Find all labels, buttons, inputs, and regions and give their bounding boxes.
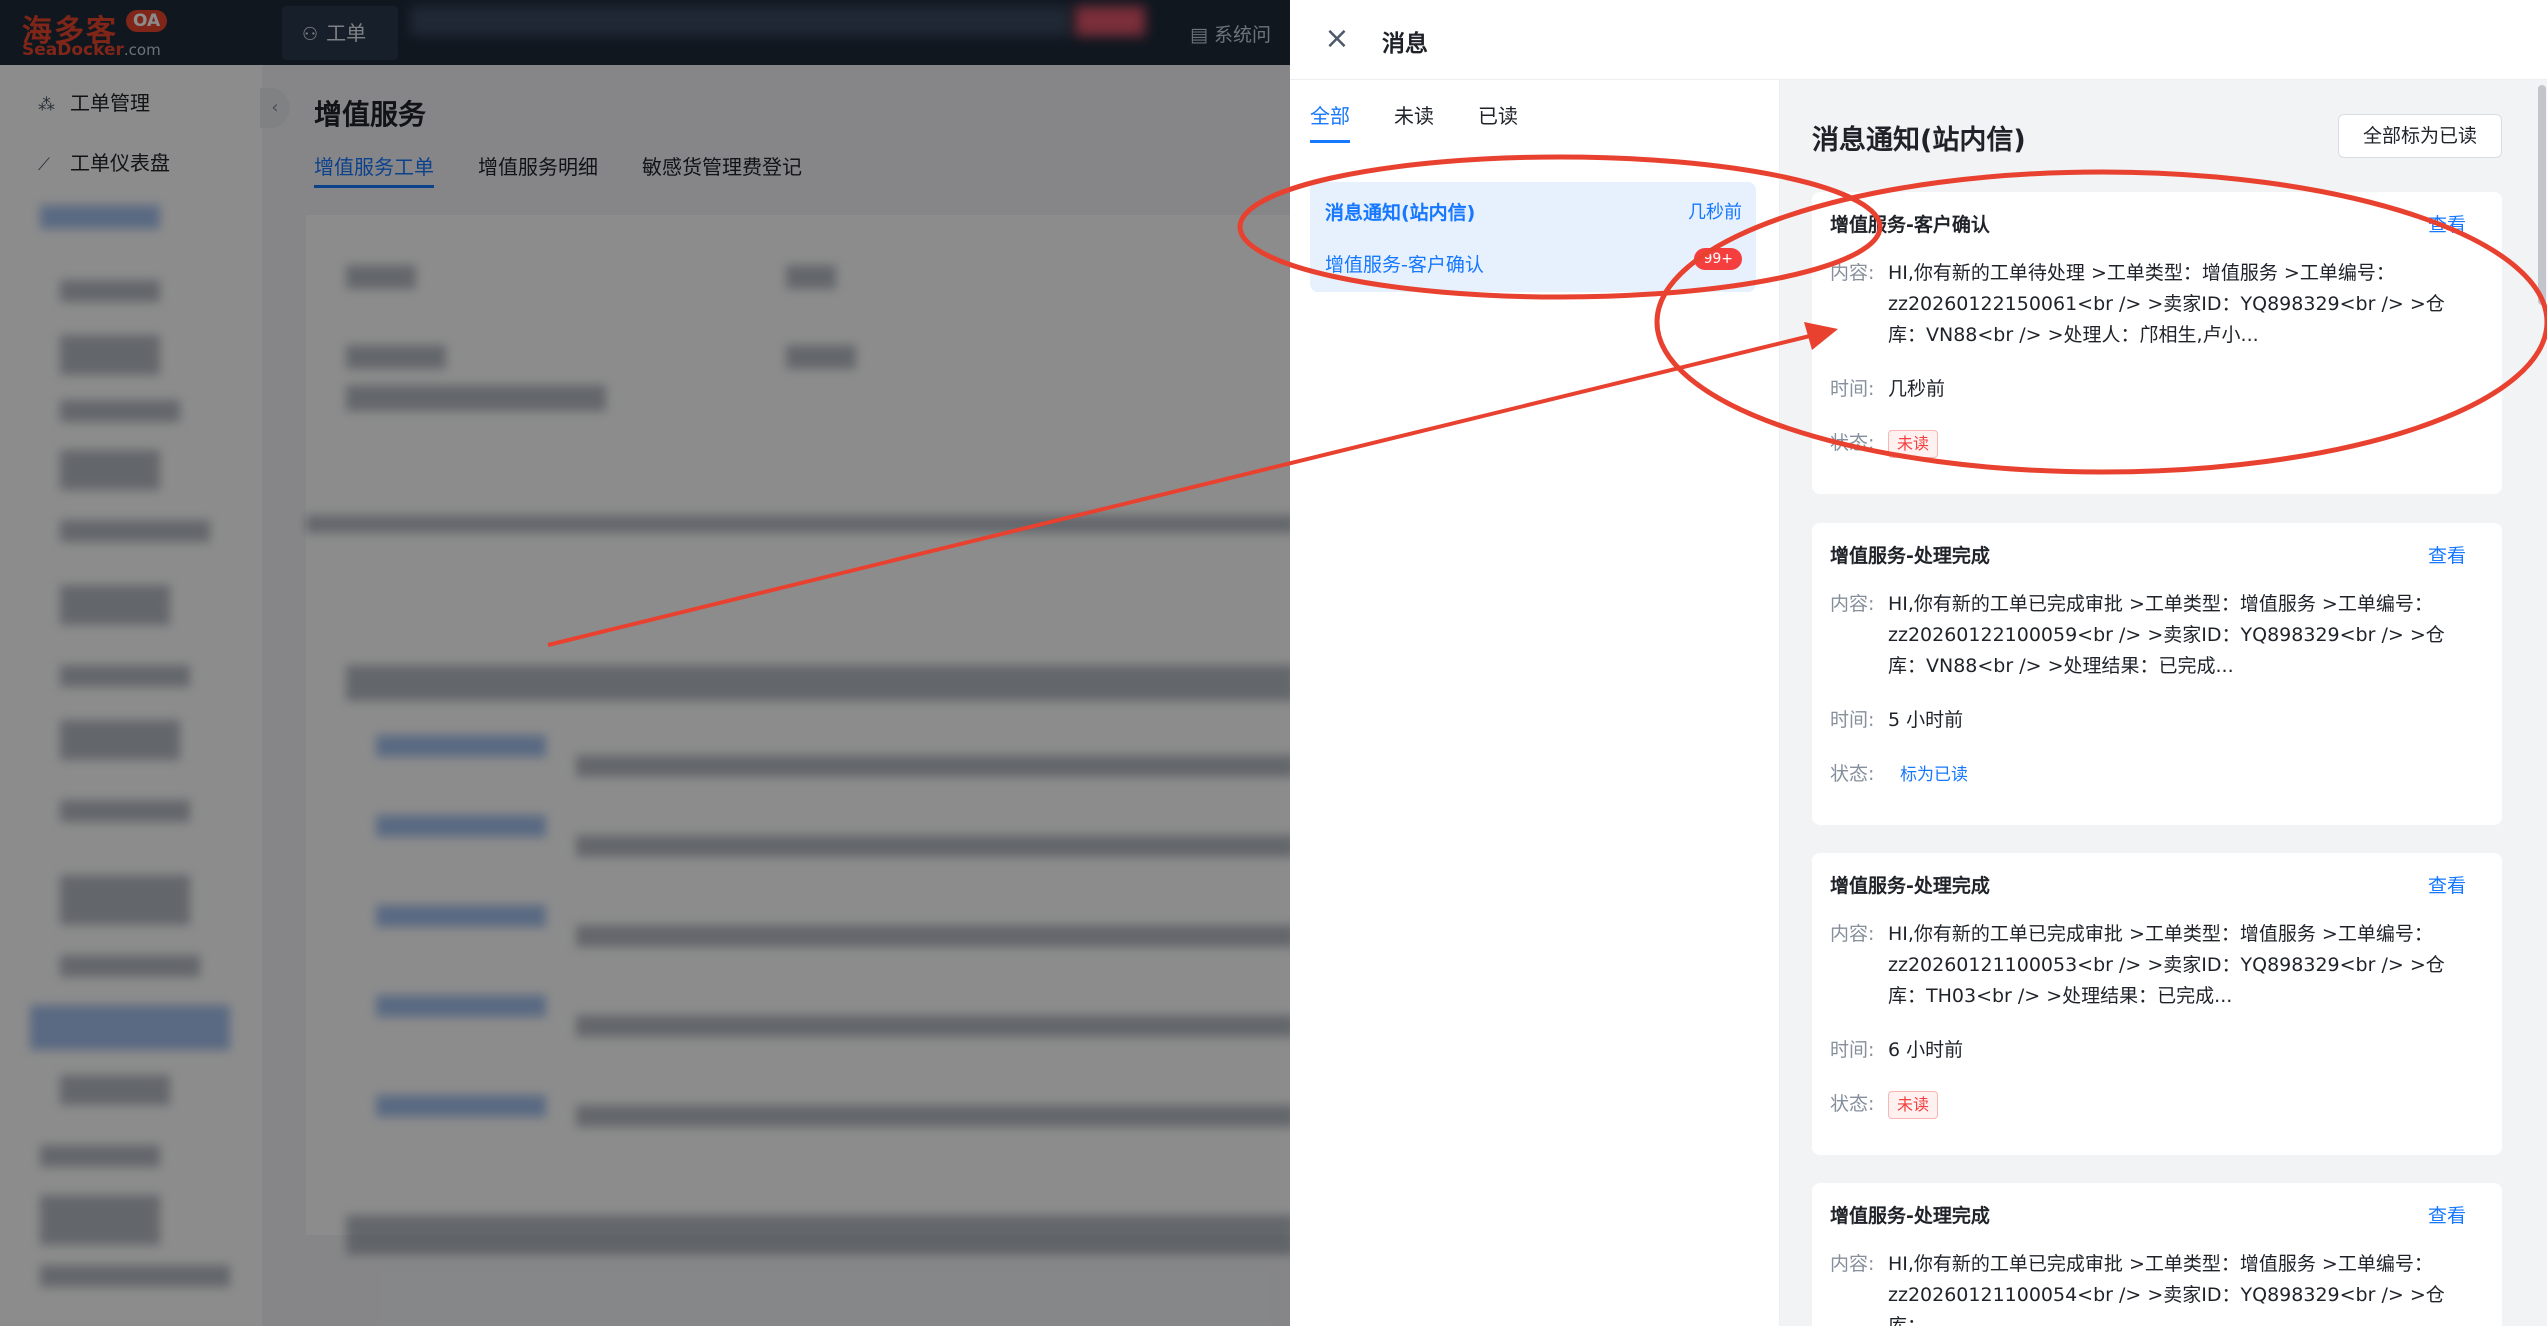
notification-status: 状态: 未读 — [1830, 428, 2468, 459]
notification-content: 内容: HI,你有新的工单已完成审批 >工单类型：增值服务 >工单编号：zz20… — [1830, 1253, 2445, 1326]
group-title: 消息通知(站内信) — [1325, 202, 1476, 224]
notification-card: 增值服务-客户确认 查看 内容: HI,你有新的工单待处理 >工单类型：增值服务… — [1812, 192, 2502, 494]
scrollbar-thumb[interactable] — [2538, 85, 2546, 305]
close-icon[interactable]: × — [1320, 22, 1354, 56]
message-drawer: × 消息 全部 未读 已读 消息通知(站内信) 几秒前 增值服务-客户确认 99… — [1290, 0, 2547, 1326]
filter-tab-unread[interactable]: 未读 — [1394, 100, 1434, 129]
group-time: 几秒前 — [1688, 202, 1742, 223]
view-link[interactable]: 查看 — [2428, 541, 2466, 568]
view-link[interactable]: 查看 — [2428, 1201, 2466, 1228]
notification-card: 增值服务-处理完成 查看 内容: HI,你有新的工单已完成审批 >工单类型：增值… — [1812, 523, 2502, 825]
notification-title: 增值服务-客户确认 — [1830, 214, 1990, 236]
filter-tab-read[interactable]: 已读 — [1478, 100, 1518, 129]
drawer-header: × 消息 — [1290, 0, 2547, 80]
view-link[interactable]: 查看 — [2428, 210, 2466, 237]
mark-read-link[interactable]: 标为已读 — [1888, 760, 1968, 791]
notification-time: 时间: 6 小时前 — [1830, 1039, 1964, 1061]
notification-title: 增值服务-处理完成 — [1830, 875, 1990, 897]
notification-time: 时间: 几秒前 — [1830, 378, 1946, 400]
notification-status: 状态: 标为已读 — [1830, 759, 2468, 791]
filter-tab-all[interactable]: 全部 — [1310, 100, 1350, 143]
notification-content: 内容: HI,你有新的工单已完成审批 >工单类型：增值服务 >工单编号：zz20… — [1830, 923, 2445, 1007]
unread-tag: 未读 — [1888, 1091, 1939, 1119]
panel-title: 消息通知(站内信) — [1812, 125, 2026, 156]
group-subtitle[interactable]: 增值服务-客户确认 — [1325, 250, 1484, 277]
notification-card: 增值服务-处理完成 查看 内容: HI,你有新的工单已完成审批 >工单类型：增值… — [1812, 1183, 2502, 1326]
message-group-item[interactable]: 消息通知(站内信) 几秒前 增值服务-客户确认 99+ — [1310, 182, 1756, 292]
message-category-panel: 全部 未读 已读 消息通知(站内信) 几秒前 增值服务-客户确认 99+ — [1290, 80, 1780, 1326]
drawer-title: 消息 — [1382, 31, 1428, 57]
notification-title: 增值服务-处理完成 — [1830, 545, 1990, 567]
notification-card: 增值服务-处理完成 查看 内容: HI,你有新的工单已完成审批 >工单类型：增值… — [1812, 853, 2502, 1155]
notification-status: 状态: 未读 — [1830, 1089, 2468, 1120]
unread-count-badge: 99+ — [1694, 248, 1742, 270]
modal-overlay[interactable] — [0, 0, 1290, 1326]
mark-all-read-button[interactable]: 全部标为已读 — [2338, 114, 2502, 158]
notification-time: 时间: 5 小时前 — [1830, 709, 1964, 731]
view-link[interactable]: 查看 — [2428, 871, 2466, 898]
notification-title: 增值服务-处理完成 — [1830, 1205, 1990, 1227]
unread-tag: 未读 — [1888, 430, 1939, 458]
notification-list-panel: 消息通知(站内信) 全部标为已读 增值服务-客户确认 查看 内容: HI,你有新… — [1780, 80, 2547, 1326]
notification-content: 内容: HI,你有新的工单待处理 >工单类型：增值服务 >工单编号：zz2026… — [1830, 262, 2445, 346]
notification-content: 内容: HI,你有新的工单已完成审批 >工单类型：增值服务 >工单编号：zz20… — [1830, 593, 2445, 677]
